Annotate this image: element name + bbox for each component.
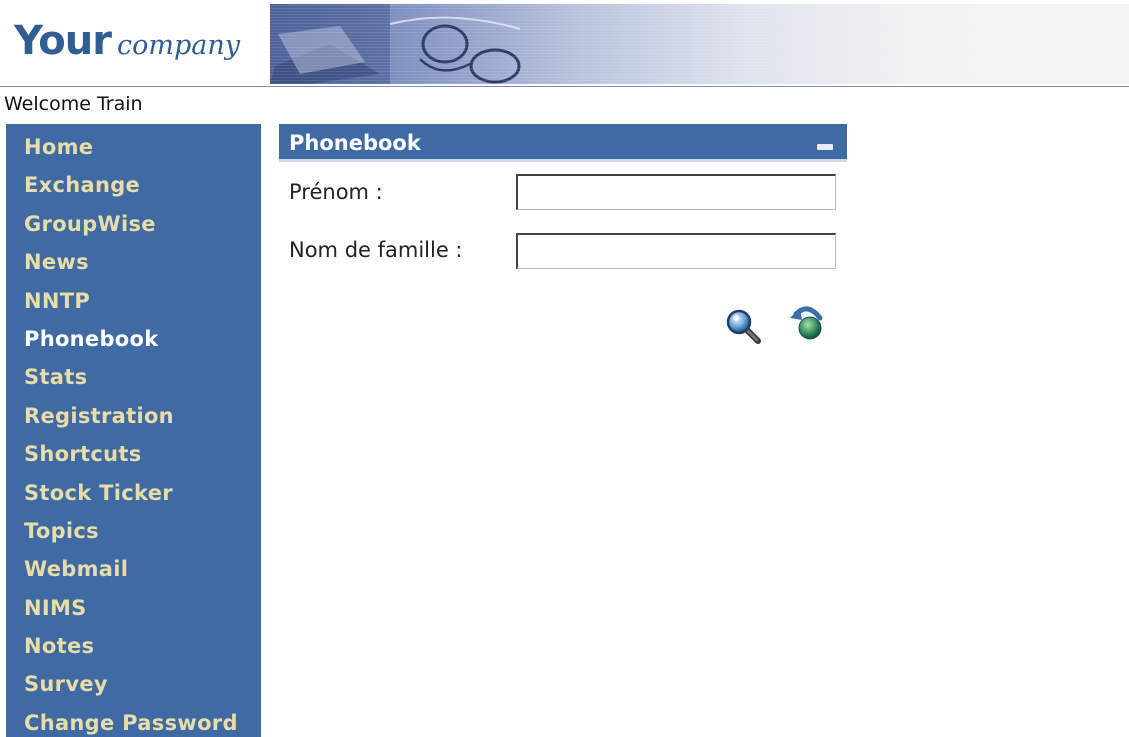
sidebar-item-stats[interactable]: Stats [6,358,261,396]
sidebar-item-registration[interactable]: Registration [6,397,261,435]
sidebar-item-nntp[interactable]: NNTP [6,282,261,320]
welcome-message: Welcome Train [4,93,143,115]
sidebar-item-webmail[interactable]: Webmail [6,550,261,588]
sidebar-item-survey[interactable]: Survey [6,665,261,703]
sidebar-item-topics[interactable]: Topics [6,512,261,550]
minimize-icon[interactable] [817,144,833,150]
logo-company-text: company [116,30,240,61]
sidebar-item-change-password[interactable]: Change Password [6,704,261,737]
first-name-input[interactable] [516,174,836,210]
back-arrow-icon[interactable] [788,304,828,344]
sidebar-item-nims[interactable]: NIMS [6,589,261,627]
sidebar-item-phonebook[interactable]: Phonebook [6,320,261,358]
header: Your company [0,0,1129,87]
search-icon[interactable] [724,307,764,347]
portlet-header: Phonebook [279,124,847,162]
sidebar-item-stock-ticker[interactable]: Stock Ticker [6,474,261,512]
last-name-input[interactable] [516,233,836,269]
portlet-title: Phonebook [289,131,421,155]
sidebar-item-shortcuts[interactable]: Shortcuts [6,435,261,473]
sidebar-item-home[interactable]: Home [6,128,261,166]
header-banner-image [270,4,1129,84]
logo-your-text: Your [14,18,112,64]
sidebar-item-exchange[interactable]: Exchange [6,166,261,204]
company-logo[interactable]: Your company [14,18,240,74]
first-name-label: Prénom : [289,180,383,204]
header-divider [0,86,1129,87]
phonebook-portlet: Phonebook Prénom : Nom de famille : [279,124,847,344]
sidebar-nav: Home Exchange GroupWise News NNTP Phoneb… [6,124,261,737]
sidebar-item-notes[interactable]: Notes [6,627,261,665]
sidebar-item-news[interactable]: News [6,243,261,281]
last-name-label: Nom de famille : [289,238,463,262]
sidebar-item-groupwise[interactable]: GroupWise [6,205,261,243]
